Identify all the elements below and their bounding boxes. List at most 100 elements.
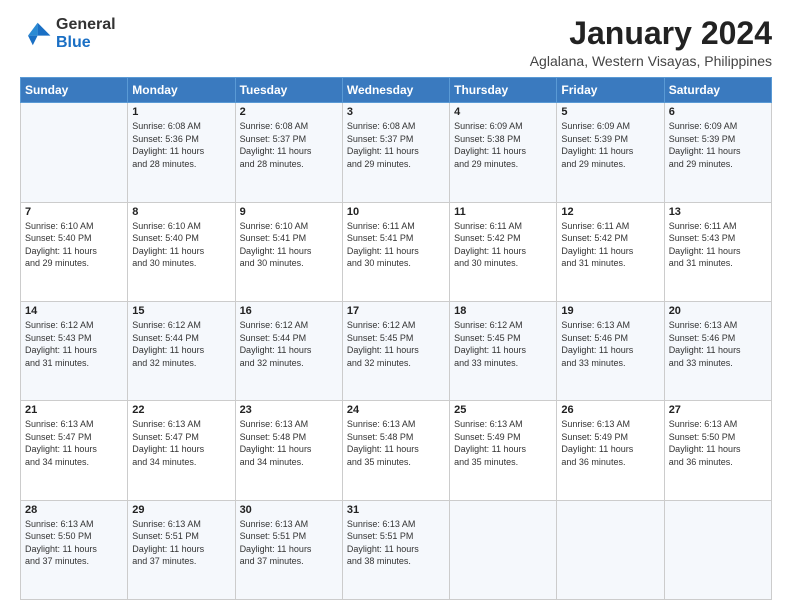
calendar-cell [21, 103, 128, 202]
calendar-cell: 24 Sunrise: 6:13 AM Sunset: 5:48 PM Dayli… [342, 401, 449, 500]
day-number: 19 [561, 305, 659, 317]
calendar-cell: 17 Sunrise: 6:12 AM Sunset: 5:45 PM Dayli… [342, 301, 449, 400]
calendar-cell: 7 Sunrise: 6:10 AM Sunset: 5:40 PM Daylig… [21, 202, 128, 301]
day-info: Sunrise: 6:10 AM Sunset: 5:41 PM Dayligh… [240, 220, 338, 270]
day-number: 9 [240, 206, 338, 218]
day-info: Sunrise: 6:13 AM Sunset: 5:47 PM Dayligh… [132, 418, 230, 468]
day-info: Sunrise: 6:08 AM Sunset: 5:37 PM Dayligh… [240, 120, 338, 170]
calendar-cell: 5 Sunrise: 6:09 AM Sunset: 5:39 PM Daylig… [557, 103, 664, 202]
day-number: 8 [132, 206, 230, 218]
day-info: Sunrise: 6:13 AM Sunset: 5:51 PM Dayligh… [132, 518, 230, 568]
day-number: 3 [347, 106, 445, 118]
calendar-cell: 23 Sunrise: 6:13 AM Sunset: 5:48 PM Dayli… [235, 401, 342, 500]
day-info: Sunrise: 6:09 AM Sunset: 5:39 PM Dayligh… [561, 120, 659, 170]
calendar-cell: 27Sunrise: 6:13 AM Sunset: 5:50 PM Dayli… [664, 401, 771, 500]
day-number: 24 [347, 404, 445, 416]
calendar-cell: 26 Sunrise: 6:13 AM Sunset: 5:49 PM Dayli… [557, 401, 664, 500]
calendar-cell: 6 Sunrise: 6:09 AM Sunset: 5:39 PM Daylig… [664, 103, 771, 202]
day-number: 1 [132, 106, 230, 118]
day-info: Sunrise: 6:08 AM Sunset: 5:37 PM Dayligh… [347, 120, 445, 170]
day-info: Sunrise: 6:12 AM Sunset: 5:44 PM Dayligh… [240, 319, 338, 369]
page: General Blue January 2024 Aglalana, West… [0, 0, 792, 612]
day-number: 22 [132, 404, 230, 416]
calendar-cell: 13 Sunrise: 6:11 AM Sunset: 5:43 PM Dayli… [664, 202, 771, 301]
calendar-cell: 30 Sunrise: 6:13 AM Sunset: 5:51 PM Dayli… [235, 500, 342, 599]
day-number: 14 [25, 305, 123, 317]
calendar-cell [557, 500, 664, 599]
calendar-cell: 21Sunrise: 6:13 AM Sunset: 5:47 PM Dayli… [21, 401, 128, 500]
calendar-week-row: 14 Sunrise: 6:12 AM Sunset: 5:43 PM Dayli… [21, 301, 772, 400]
day-number: 13 [669, 206, 767, 218]
logo-general: General [56, 16, 116, 34]
day-info: Sunrise: 6:13 AM Sunset: 5:46 PM Dayligh… [669, 319, 767, 369]
calendar-cell: 3 Sunrise: 6:08 AM Sunset: 5:37 PM Daylig… [342, 103, 449, 202]
calendar-cell: 1 Sunrise: 6:08 AM Sunset: 5:36 PM Daylig… [128, 103, 235, 202]
calendar-table: SundayMondayTuesdayWednesdayThursdayFrid… [20, 77, 772, 600]
day-number: 6 [669, 106, 767, 118]
day-info: Sunrise: 6:12 AM Sunset: 5:45 PM Dayligh… [347, 319, 445, 369]
calendar-cell [450, 500, 557, 599]
logo-blue: Blue [56, 34, 116, 52]
calendar-day-header: Thursday [450, 78, 557, 103]
day-number: 12 [561, 206, 659, 218]
day-info: Sunrise: 6:13 AM Sunset: 5:51 PM Dayligh… [347, 518, 445, 568]
day-info: Sunrise: 6:13 AM Sunset: 5:48 PM Dayligh… [240, 418, 338, 468]
calendar-cell: 31Sunrise: 6:13 AM Sunset: 5:51 PM Dayli… [342, 500, 449, 599]
day-info: Sunrise: 6:10 AM Sunset: 5:40 PM Dayligh… [25, 220, 123, 270]
day-number: 26 [561, 404, 659, 416]
logo-icon [20, 18, 52, 50]
calendar-week-row: 21 Sunrise: 6:13 AM Sunset: 5:47 PM Dayli… [21, 401, 772, 500]
day-number: 5 [561, 106, 659, 118]
day-info: Sunrise: 6:13 AM Sunset: 5:51 PM Dayligh… [240, 518, 338, 568]
calendar-week-row: 1 Sunrise: 6:08 AM Sunset: 5:36 PM Daylig… [21, 103, 772, 202]
day-info: Sunrise: 6:12 AM Sunset: 5:43 PM Dayligh… [25, 319, 123, 369]
day-info: Sunrise: 6:13 AM Sunset: 5:48 PM Dayligh… [347, 418, 445, 468]
day-info: Sunrise: 6:13 AM Sunset: 5:50 PM Dayligh… [669, 418, 767, 468]
day-info: Sunrise: 6:11 AM Sunset: 5:41 PM Dayligh… [347, 220, 445, 270]
calendar-header-row: SundayMondayTuesdayWednesdayThursdayFrid… [21, 78, 772, 103]
calendar-day-header: Saturday [664, 78, 771, 103]
calendar-cell: 29 Sunrise: 6:13 AM Sunset: 5:51 PM Dayli… [128, 500, 235, 599]
day-number: 23 [240, 404, 338, 416]
day-info: Sunrise: 6:12 AM Sunset: 5:44 PM Dayligh… [132, 319, 230, 369]
day-number: 21 [25, 404, 123, 416]
day-info: Sunrise: 6:13 AM Sunset: 5:50 PM Dayligh… [25, 518, 123, 568]
subtitle: Aglalana, Western Visayas, Philippines [530, 53, 772, 69]
calendar-cell: 28 Sunrise: 6:13 AM Sunset: 5:50 PM Dayli… [21, 500, 128, 599]
day-number: 20 [669, 305, 767, 317]
day-number: 7 [25, 206, 123, 218]
day-number: 17 [347, 305, 445, 317]
calendar-cell: 20 Sunrise: 6:13 AM Sunset: 5:46 PM Dayli… [664, 301, 771, 400]
day-number: 30 [240, 504, 338, 516]
day-number: 28 [25, 504, 123, 516]
day-info: Sunrise: 6:13 AM Sunset: 5:49 PM Dayligh… [454, 418, 552, 468]
calendar-cell: 2 Sunrise: 6:08 AM Sunset: 5:37 PM Daylig… [235, 103, 342, 202]
day-number: 11 [454, 206, 552, 218]
calendar-cell: 12 Sunrise: 6:11 AM Sunset: 5:42 PM Dayli… [557, 202, 664, 301]
day-number: 16 [240, 305, 338, 317]
day-info: Sunrise: 6:09 AM Sunset: 5:38 PM Dayligh… [454, 120, 552, 170]
day-number: 10 [347, 206, 445, 218]
day-info: Sunrise: 6:08 AM Sunset: 5:36 PM Dayligh… [132, 120, 230, 170]
day-number: 2 [240, 106, 338, 118]
calendar-cell: 15Sunrise: 6:12 AM Sunset: 5:44 PM Dayli… [128, 301, 235, 400]
logo: General Blue [20, 16, 116, 51]
logo-text: General Blue [56, 16, 116, 51]
calendar-cell: 8 Sunrise: 6:10 AM Sunset: 5:40 PM Daylig… [128, 202, 235, 301]
calendar-day-header: Sunday [21, 78, 128, 103]
day-info: Sunrise: 6:10 AM Sunset: 5:40 PM Dayligh… [132, 220, 230, 270]
calendar-week-row: 7 Sunrise: 6:10 AM Sunset: 5:40 PM Daylig… [21, 202, 772, 301]
day-info: Sunrise: 6:09 AM Sunset: 5:39 PM Dayligh… [669, 120, 767, 170]
day-number: 29 [132, 504, 230, 516]
calendar-cell: 10 Sunrise: 6:11 AM Sunset: 5:41 PM Dayli… [342, 202, 449, 301]
calendar-week-row: 28 Sunrise: 6:13 AM Sunset: 5:50 PM Dayli… [21, 500, 772, 599]
day-number: 18 [454, 305, 552, 317]
calendar-cell [664, 500, 771, 599]
calendar-cell: 11Sunrise: 6:11 AM Sunset: 5:42 PM Dayli… [450, 202, 557, 301]
day-number: 25 [454, 404, 552, 416]
day-info: Sunrise: 6:13 AM Sunset: 5:49 PM Dayligh… [561, 418, 659, 468]
calendar-cell: 4Sunrise: 6:09 AM Sunset: 5:38 PM Daylig… [450, 103, 557, 202]
day-info: Sunrise: 6:11 AM Sunset: 5:43 PM Dayligh… [669, 220, 767, 270]
day-info: Sunrise: 6:11 AM Sunset: 5:42 PM Dayligh… [561, 220, 659, 270]
calendar-day-header: Monday [128, 78, 235, 103]
